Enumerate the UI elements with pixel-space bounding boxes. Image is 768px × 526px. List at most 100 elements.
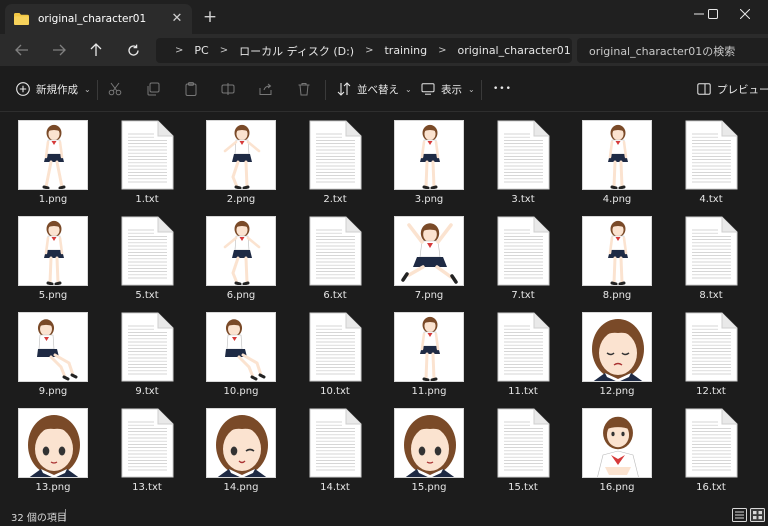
file-item[interactable]: 15.txt xyxy=(478,400,568,496)
trash-icon xyxy=(298,83,310,96)
view-button[interactable]: 表示 ⌄ xyxy=(421,78,475,100)
file-name: 9.png xyxy=(38,386,68,397)
tab-original-character01[interactable]: original_character01 ✕ xyxy=(5,4,192,34)
file-item[interactable]: 7.png xyxy=(384,208,474,304)
text-file-icon xyxy=(496,408,550,478)
text-file-icon xyxy=(120,312,174,382)
preview-pane-icon xyxy=(697,83,711,95)
file-item[interactable]: 3.txt xyxy=(478,112,568,208)
file-item[interactable]: 2.txt xyxy=(290,112,380,208)
details-view-icon[interactable] xyxy=(732,508,747,522)
chevron-right-icon: > xyxy=(365,45,374,56)
toolbar-divider xyxy=(325,80,326,100)
preview-pane-label: プレビュー xyxy=(717,83,768,96)
file-item[interactable]: 4.txt xyxy=(666,112,756,208)
file-item[interactable]: 7.txt xyxy=(478,208,568,304)
new-button[interactable]: 新規作成 ⌄ xyxy=(16,78,91,100)
large-icons-view-icon[interactable] xyxy=(750,508,765,522)
up-button[interactable] xyxy=(83,39,109,61)
breadcrumb-pc[interactable]: PC xyxy=(194,44,208,57)
sort-button-label: 並べ替え xyxy=(357,83,399,96)
file-item[interactable]: 6.png xyxy=(196,208,286,304)
file-item[interactable]: 9.png xyxy=(8,304,98,400)
image-thumbnail xyxy=(206,120,276,190)
share-button[interactable] xyxy=(259,78,273,100)
file-name: 5.png xyxy=(38,290,68,301)
file-item[interactable]: 11.png xyxy=(384,304,474,400)
file-name: 15.txt xyxy=(508,482,538,493)
view-button-label: 表示 xyxy=(441,83,462,96)
image-thumbnail xyxy=(582,312,652,382)
file-item[interactable]: 10.png xyxy=(196,304,286,400)
chevron-down-icon: ⌄ xyxy=(405,84,412,94)
file-name: 3.png xyxy=(414,194,444,205)
image-thumbnail xyxy=(394,120,464,190)
toolbar-divider xyxy=(97,80,98,100)
file-item[interactable]: 16.txt xyxy=(666,400,756,496)
file-item[interactable]: 1.txt xyxy=(102,112,192,208)
preview-pane-button[interactable]: プレビュー xyxy=(697,78,768,100)
close-tab-icon[interactable]: ✕ xyxy=(170,12,184,26)
copy-button[interactable] xyxy=(146,78,160,100)
image-thumbnail xyxy=(394,312,464,382)
chevron-right-icon: > xyxy=(175,45,184,56)
close-window-icon xyxy=(740,9,750,19)
chevron-right-icon: > xyxy=(219,45,229,56)
file-item[interactable]: 14.txt xyxy=(290,400,380,496)
file-item[interactable]: 5.png xyxy=(8,208,98,304)
file-item[interactable]: 8.txt xyxy=(666,208,756,304)
breadcrumb-training[interactable]: training xyxy=(384,44,427,57)
paste-button[interactable] xyxy=(184,78,198,100)
new-tab-button[interactable]: + xyxy=(201,8,219,26)
arrow-up-icon xyxy=(90,43,102,56)
forward-button[interactable] xyxy=(46,39,72,61)
file-name: 12.png xyxy=(599,386,635,397)
navigation-bar: > PC > ローカル ディスク (D:) > training > origi… xyxy=(0,34,768,66)
cut-button[interactable] xyxy=(108,78,122,100)
text-file-icon xyxy=(308,216,362,286)
file-name: 16.png xyxy=(599,482,635,493)
file-item[interactable]: 5.txt xyxy=(102,208,192,304)
file-name: 1.png xyxy=(38,194,68,205)
monitor-view-icon xyxy=(421,83,435,95)
file-item[interactable]: 12.png xyxy=(572,304,662,400)
rename-button[interactable] xyxy=(221,78,235,100)
close-window-button[interactable] xyxy=(722,0,768,28)
clipboard-icon xyxy=(185,82,197,96)
file-name: 4.txt xyxy=(699,194,723,205)
scissors-icon xyxy=(108,82,122,96)
sort-icon xyxy=(337,82,351,96)
refresh-button[interactable] xyxy=(120,39,146,61)
chevron-right-icon: > xyxy=(438,45,447,56)
image-thumbnail xyxy=(582,120,652,190)
more-options-button[interactable]: ••• xyxy=(493,78,512,100)
breadcrumb-local-disk[interactable]: ローカル ディスク (D:) xyxy=(239,43,354,59)
file-grid: 1.png 1.txt 2.png 2.txt 3.png 3.txt 4.png 4.txt… xyxy=(0,112,768,504)
file-item[interactable]: 4.png xyxy=(572,112,662,208)
file-item[interactable]: 16.png xyxy=(572,400,662,496)
file-item[interactable]: 10.txt xyxy=(290,304,380,400)
status-divider xyxy=(65,509,66,521)
file-item[interactable]: 11.txt xyxy=(478,304,568,400)
text-file-icon xyxy=(496,216,550,286)
breadcrumb-current-folder[interactable]: original_character01 xyxy=(458,44,571,57)
file-item[interactable]: 8.png xyxy=(572,208,662,304)
file-item[interactable]: 9.txt xyxy=(102,304,192,400)
file-item[interactable]: 13.txt xyxy=(102,400,192,496)
sort-button[interactable]: 並べ替え ⌄ xyxy=(337,78,412,100)
file-item[interactable]: 2.png xyxy=(196,112,286,208)
search-input[interactable]: original_character01の検索 xyxy=(577,38,768,63)
file-item[interactable]: 1.png xyxy=(8,112,98,208)
address-bar[interactable]: > PC > ローカル ディスク (D:) > training > origi… xyxy=(156,38,572,63)
file-item[interactable]: 13.png xyxy=(8,400,98,496)
text-file-icon xyxy=(120,120,174,190)
file-name: 1.txt xyxy=(135,194,159,205)
file-item[interactable]: 6.txt xyxy=(290,208,380,304)
file-item[interactable]: 14.png xyxy=(196,400,286,496)
back-button[interactable] xyxy=(9,39,35,61)
file-item[interactable]: 12.txt xyxy=(666,304,756,400)
delete-button[interactable] xyxy=(297,78,311,100)
file-item[interactable]: 3.png xyxy=(384,112,474,208)
share-icon xyxy=(259,83,272,95)
file-item[interactable]: 15.png xyxy=(384,400,474,496)
